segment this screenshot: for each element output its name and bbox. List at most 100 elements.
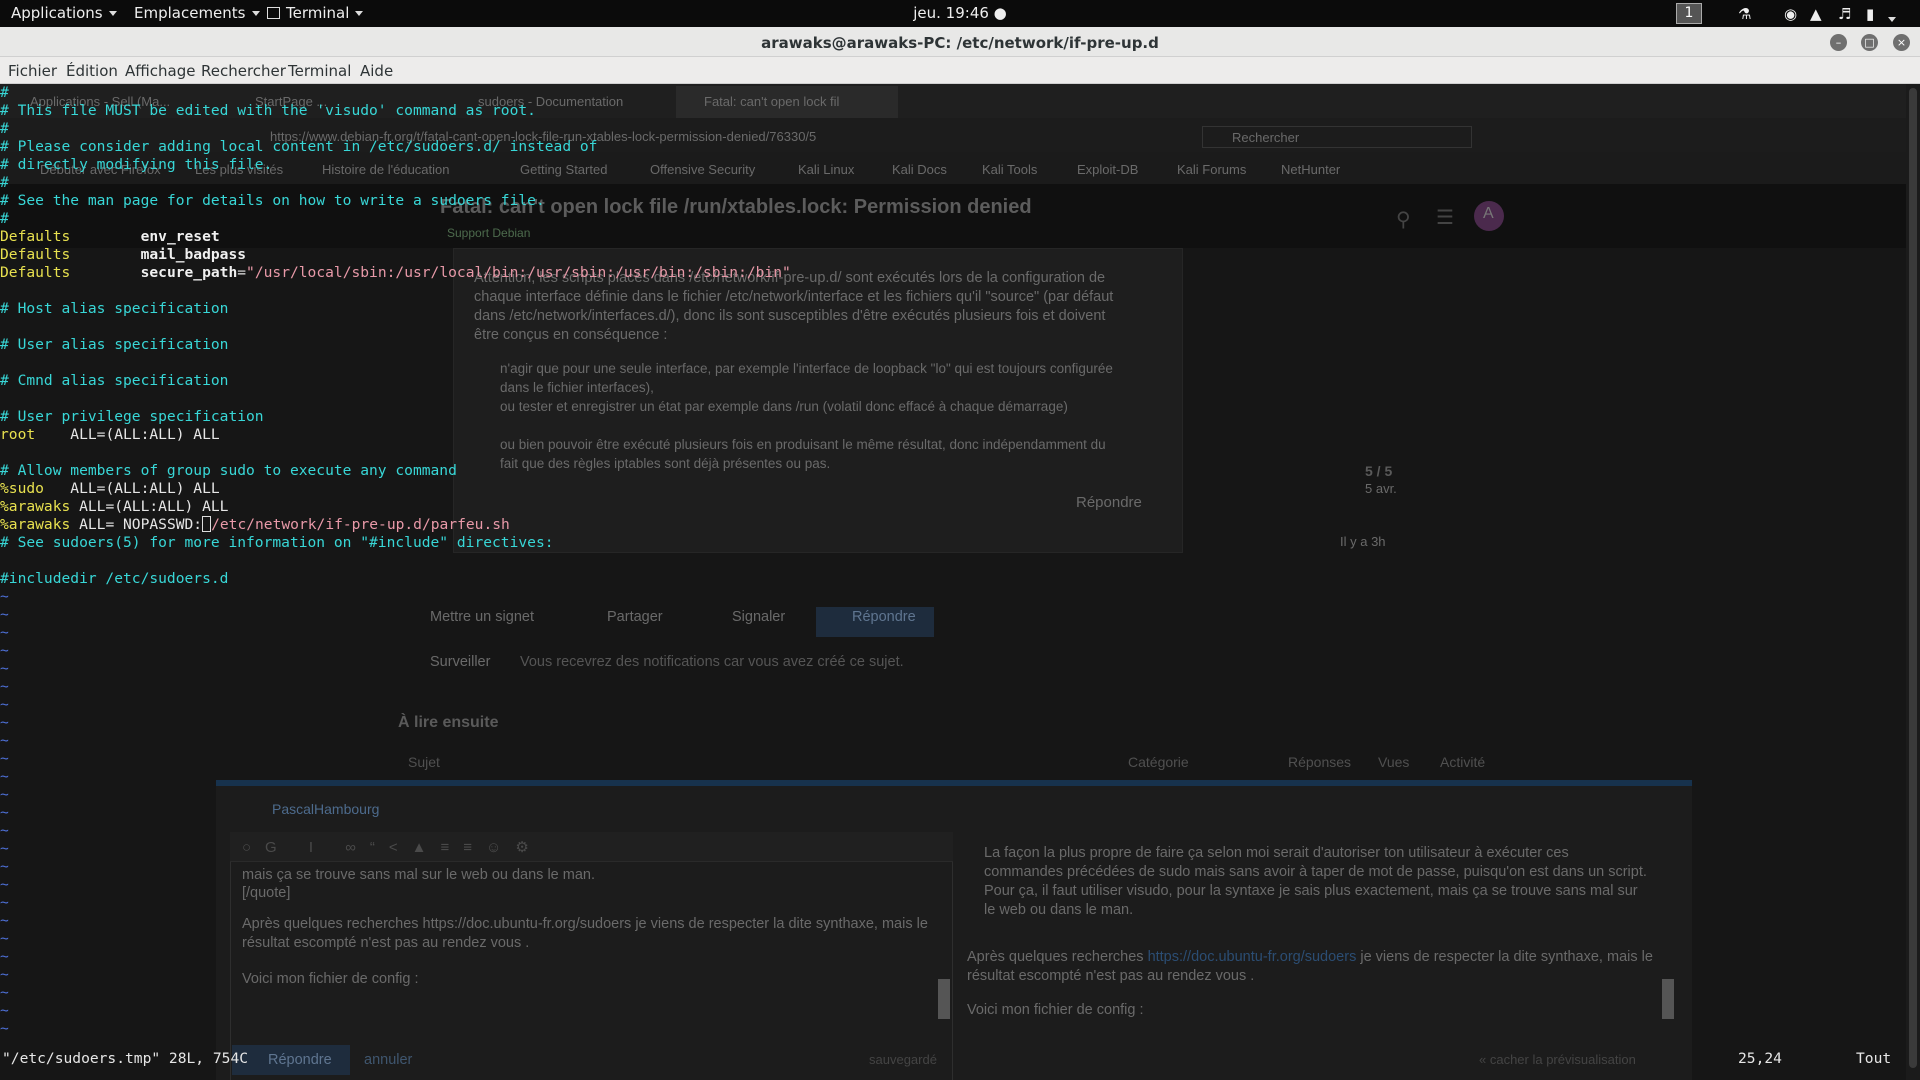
vim-empty-line-tilde: ~ (0, 642, 9, 659)
ghost-bookmark: Kali Forums (1177, 162, 1247, 177)
ghost-search-placeholder: Rechercher (1232, 130, 1300, 145)
ghost-preview-scrollbar (1662, 979, 1674, 1019)
applications-menu[interactable]: Applications (11, 4, 117, 22)
vim-empty-line-tilde: ~ (0, 948, 9, 965)
vim-line (0, 552, 791, 570)
vim-line: %arawaks ALL= NOPASSWD: /etc/network/if-p… (0, 516, 791, 534)
vim-line: # This file MUST be edited with the 'vis… (0, 102, 791, 120)
people-icon[interactable]: ⚗ (1738, 5, 1751, 23)
record-icon[interactable]: ◉ (1784, 5, 1797, 23)
terminal-label: Terminal (286, 4, 350, 22)
vim-buffer[interactable]: # # This file MUST be edited with the 'vi… (0, 84, 791, 1038)
workspace-indicator[interactable]: 1 (1676, 3, 1702, 24)
vim-line (0, 318, 791, 336)
terminal-icon (267, 7, 280, 19)
chevron-down-icon (355, 11, 364, 16)
terminal-menubar: Fichier Édition Affichage Rechercher Ter… (0, 57, 1920, 84)
ghost-reply-link: Répondre (1076, 494, 1142, 511)
vim-line: # See sudoers(5) for more information on… (0, 534, 791, 552)
status-file-info: "/etc/sudoers.tmp" 28L, 754C (2, 1050, 249, 1067)
vim-line (0, 444, 791, 462)
gnome-top-bar: Applications Emplacements Terminal jeu. … (0, 0, 1920, 27)
menu-rechercher[interactable]: Rechercher (201, 62, 286, 80)
ghost-col-activity: Activité (1440, 754, 1486, 770)
vim-token: %sudo (0, 480, 44, 497)
vim-token: # (0, 120, 9, 137)
vim-token: root (0, 426, 36, 443)
maximize-button[interactable]: □ (1861, 34, 1878, 51)
terminal-app-menu[interactable]: Terminal (267, 4, 364, 22)
ghost-preview-quote: La façon la plus propre de faire ça selo… (984, 845, 1647, 918)
wifi-icon[interactable]: ▲ (1810, 5, 1822, 23)
vim-line (0, 390, 791, 408)
chevron-down-icon (251, 11, 260, 16)
terminal-area[interactable]: Applications - Sell (Ma... StartPage ...… (0, 84, 1920, 1080)
vim-token: Defaults (0, 264, 71, 281)
vim-line: # User alias specification (0, 336, 791, 354)
vim-line: Defaults secure_path="/usr/local/sbin:/u… (0, 264, 791, 282)
vim-token: # (0, 210, 9, 227)
vim-token: # User privilege specification (0, 408, 264, 425)
vim-token: # (0, 174, 9, 191)
vim-token: %arawaks (0, 516, 71, 533)
vim-token: # See the man page for details on how to… (0, 192, 545, 209)
vim-token: Defaults (0, 246, 71, 263)
vim-line: # Host alias specification (0, 300, 791, 318)
vim-empty-line-tilde: ~ (0, 966, 9, 983)
menu-affichage[interactable]: Affichage (125, 62, 195, 80)
vim-token: env_reset (140, 228, 220, 245)
vim-token: # (0, 84, 9, 101)
vim-token (70, 264, 140, 281)
vim-empty-line-tilde: ~ (0, 588, 9, 605)
menu-fichier[interactable]: Fichier (8, 62, 57, 80)
volume-icon[interactable]: ♬ (1838, 5, 1851, 23)
close-button[interactable]: × (1893, 34, 1910, 51)
menu-aide[interactable]: Aide (360, 62, 393, 80)
ghost-search-icon: ⚲ (1396, 209, 1411, 231)
ghost-progress-date: 5 avr. (1365, 481, 1397, 496)
vim-token (70, 228, 140, 245)
vim-token: ALL=(ALL:ALL) ALL (43, 480, 220, 497)
vim-token: ALL=(ALL:ALL) ALL (35, 426, 220, 443)
vim-line: %arawaks ALL=(ALL:ALL) ALL (0, 498, 791, 516)
vim-line: # (0, 84, 791, 102)
vim-empty-line-tilde: ~ (0, 912, 9, 929)
ghost-preview-p1: Après quelques recherches https://doc.ub… (967, 948, 1657, 986)
vim-line: #includedir /etc/sudoers.d (0, 570, 791, 588)
minimize-button[interactable]: – (1830, 34, 1847, 51)
window-titlebar[interactable]: arawaks@arawaks-PC: /etc/network/if-pre-… (0, 27, 1920, 57)
menu-terminal[interactable]: Terminal (288, 62, 351, 80)
vim-token: secure_path (140, 264, 238, 281)
ghost-ago: Il y a 3h (1340, 534, 1386, 549)
terminal-scrollbar[interactable] (1906, 84, 1920, 1080)
vim-line: root ALL=(ALL:ALL) ALL (0, 426, 791, 444)
vim-line: # Cmnd alias specification (0, 372, 791, 390)
ghost-preview-p1-pre: Après quelques recherches (967, 949, 1148, 965)
places-menu[interactable]: Emplacements (134, 4, 260, 22)
ghost-progress: 5 / 5 (1365, 463, 1393, 479)
vim-line: # (0, 120, 791, 138)
vim-line: Defaults mail_badpass (0, 246, 791, 264)
vim-token: # directly modifying this file. (0, 156, 273, 173)
vim-empty-line-tilde: ~ (0, 1020, 9, 1037)
ghost-bookmark: Kali Docs (892, 162, 947, 177)
terminal-scrollbar-thumb[interactable] (1909, 88, 1917, 1068)
menu-edition[interactable]: Édition (66, 62, 118, 80)
vim-line: # (0, 174, 791, 192)
vim-token: Defaults (0, 228, 71, 245)
vim-line (0, 282, 791, 300)
vim-line: # (0, 210, 791, 228)
clock[interactable]: jeu. 19:46 ● (913, 4, 1007, 22)
vim-empty-line-tilde: ~ (0, 930, 9, 947)
menu-caret-icon[interactable] (1888, 10, 1896, 28)
vim-status-line: "/etc/sudoers.tmp" 28L, 754C 25,24 Tout (0, 1050, 1920, 1070)
vim-empty-line-tilde: ~ (0, 678, 9, 695)
vim-line: # Please consider adding local content i… (0, 138, 791, 156)
ghost-bookmark: Kali Linux (798, 162, 855, 177)
vim-token: ALL=(ALL:ALL) ALL (70, 498, 229, 515)
battery-icon[interactable]: ▮ (1866, 5, 1874, 23)
applications-label: Applications (11, 4, 103, 22)
ghost-col-replies: Réponses (1288, 754, 1352, 770)
vim-empty-line-tilde: ~ (0, 804, 9, 821)
vim-token: %arawaks (0, 498, 71, 515)
